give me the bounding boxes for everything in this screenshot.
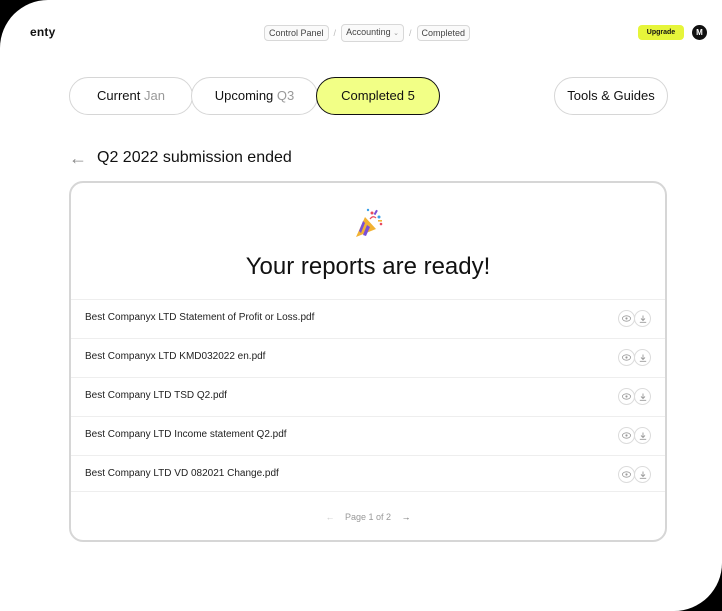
pagination: ← Page 1 of 2 → <box>71 491 665 522</box>
eye-icon[interactable] <box>618 349 635 366</box>
tab-completed[interactable]: Completed 5 <box>316 77 440 115</box>
file-row: Best Company LTD VD 082021 Change.pdf <box>71 455 665 494</box>
breadcrumb-accounting-label: Accounting <box>346 27 391 37</box>
page-title: Q2 2022 submission ended <box>97 149 292 166</box>
file-row: Best Company LTD TSD Q2.pdf <box>71 377 665 416</box>
eye-icon[interactable] <box>618 427 635 444</box>
upgrade-button[interactable]: Upgrade <box>638 25 684 40</box>
reports-card: Your reports are ready! Best Companyx LT… <box>69 181 667 542</box>
file-list: Best Companyx LTD Statement of Profit or… <box>71 299 665 494</box>
avatar[interactable]: M <box>692 25 707 40</box>
download-icon[interactable] <box>634 466 651 483</box>
arrow-left-icon[interactable]: ← <box>69 148 87 168</box>
breadcrumb-completed[interactable]: Completed <box>416 25 471 41</box>
tab-completed-count: 5 <box>407 88 415 103</box>
breadcrumb-accounting[interactable]: Accounting ⌄ <box>341 24 404 42</box>
file-row: Best Companyx LTD Statement of Profit or… <box>71 299 665 338</box>
page-indicator: Page 1 of 2 <box>344 512 392 522</box>
party-popper-icon <box>356 208 383 237</box>
tools-guides-button[interactable]: Tools & Guides <box>554 77 668 115</box>
file-actions <box>618 310 651 327</box>
breadcrumb-control-panel[interactable]: Control Panel <box>264 25 329 41</box>
chevron-down-icon: ⌄ <box>393 30 399 37</box>
eye-icon[interactable] <box>618 310 635 327</box>
file-name: Best Company LTD Income statement Q2.pdf <box>85 429 287 440</box>
breadcrumb: Control Panel / Accounting ⌄ / Completed <box>264 24 471 42</box>
file-row: Best Companyx LTD KMD032022 en.pdf <box>71 338 665 377</box>
reports-ready-headline: Your reports are ready! <box>245 253 491 280</box>
breadcrumb-separator: / <box>408 28 412 38</box>
eye-icon[interactable] <box>618 466 635 483</box>
file-name: Best Company LTD VD 082021 Change.pdf <box>85 468 279 479</box>
logo[interactable]: enty <box>30 25 55 39</box>
tab-completed-label: Completed <box>341 88 404 103</box>
tab-upcoming-label: Upcoming <box>214 88 274 103</box>
tab-upcoming[interactable]: Upcoming Q3 <box>191 77 318 115</box>
download-icon[interactable] <box>634 310 651 327</box>
tab-current-label: Current <box>97 88 141 103</box>
file-name: Best Companyx LTD KMD032022 en.pdf <box>85 351 266 362</box>
breadcrumb-separator: / <box>333 28 337 38</box>
top-bar: enty Control Panel / Accounting ⌄ / Comp… <box>0 18 722 46</box>
file-name: Best Companyx LTD Statement of Profit or… <box>85 312 315 323</box>
file-name: Best Company LTD TSD Q2.pdf <box>85 390 227 401</box>
download-icon[interactable] <box>634 427 651 444</box>
file-actions <box>618 466 651 483</box>
file-actions <box>618 427 651 444</box>
file-row: Best Company LTD Income statement Q2.pdf <box>71 416 665 455</box>
tab-current-period: Jan <box>144 88 165 103</box>
tab-current[interactable]: Current Jan <box>69 77 193 115</box>
download-icon[interactable] <box>634 349 651 366</box>
arrow-right-icon[interactable]: → <box>402 512 411 522</box>
download-icon[interactable] <box>634 388 651 405</box>
file-actions <box>618 388 651 405</box>
section-heading: ← Q2 2022 submission ended <box>69 148 292 168</box>
arrow-left-icon[interactable]: ← <box>325 512 334 522</box>
tab-upcoming-period: Q3 <box>276 88 295 103</box>
eye-icon[interactable] <box>618 388 635 405</box>
file-actions <box>618 349 651 366</box>
app-window: enty Control Panel / Accounting ⌄ / Comp… <box>0 0 722 611</box>
